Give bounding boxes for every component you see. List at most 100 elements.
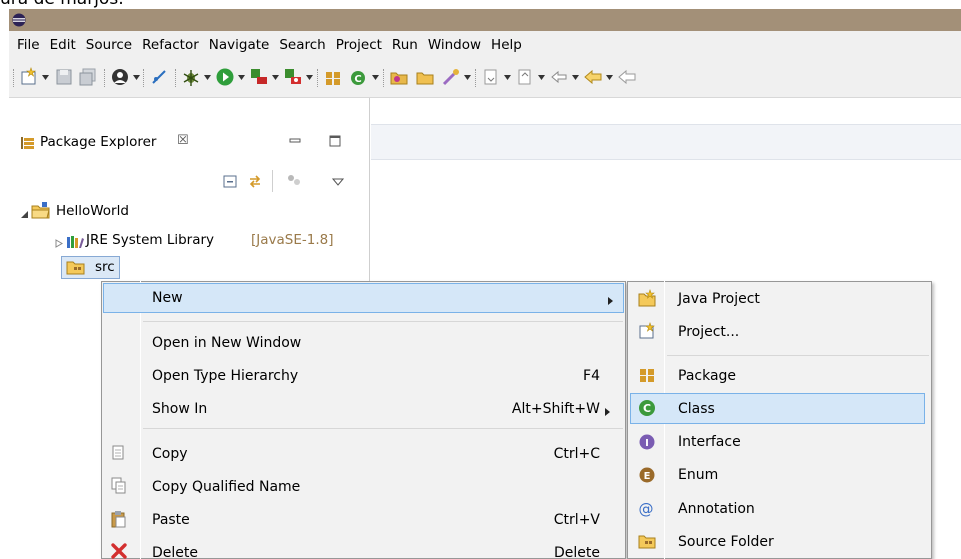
new-class-icon[interactable]: C bbox=[349, 67, 369, 87]
svg-text:C: C bbox=[354, 74, 361, 85]
collapse-all-icon[interactable] bbox=[222, 173, 238, 189]
menu-run[interactable]: Run bbox=[389, 37, 425, 53]
class-icon: C bbox=[638, 399, 656, 417]
minimize-icon[interactable] bbox=[289, 134, 301, 143]
context-menu-item-show-in[interactable]: Show In bbox=[152, 400, 207, 418]
run-icon[interactable] bbox=[215, 67, 235, 87]
view-toolbar-separator bbox=[272, 170, 273, 192]
annotation-icon: @ bbox=[638, 499, 656, 517]
svg-text:C: C bbox=[643, 402, 651, 415]
svg-text:I: I bbox=[645, 438, 649, 449]
next-annotation-icon[interactable] bbox=[481, 67, 501, 87]
back-icon[interactable] bbox=[583, 67, 603, 87]
tree-collapsed-icon[interactable] bbox=[55, 237, 63, 248]
submenu-item-project[interactable]: Project... bbox=[678, 323, 739, 341]
toolbar-separator bbox=[175, 69, 176, 87]
new-package-icon[interactable] bbox=[323, 67, 343, 87]
submenu-item-class-highlight[interactable] bbox=[630, 393, 925, 424]
java-project-icon bbox=[31, 201, 51, 219]
forward-icon[interactable] bbox=[617, 67, 637, 87]
new-class-dropdown-icon[interactable] bbox=[372, 75, 379, 80]
coverage-icon[interactable] bbox=[283, 67, 303, 87]
tree-library-version: [JavaSE-1.8] bbox=[251, 232, 334, 248]
tree-src-label[interactable]: src bbox=[95, 259, 115, 275]
shortcut-delete: Delete bbox=[554, 545, 600, 559]
run-last-icon[interactable] bbox=[249, 67, 269, 87]
context-menu-item-delete[interactable]: Delete bbox=[152, 544, 198, 559]
menu-refactor[interactable]: Refactor bbox=[139, 37, 206, 53]
copy-qualified-name-icon bbox=[110, 477, 128, 495]
shortcut-paste: Ctrl+V bbox=[553, 512, 600, 528]
submenu-item-source-folder[interactable]: Source Folder bbox=[678, 533, 774, 551]
submenu-item-java-project[interactable]: Java Project bbox=[678, 290, 760, 308]
last-edit-dropdown-icon[interactable] bbox=[572, 75, 579, 80]
close-tab-icon[interactable]: ☒ bbox=[177, 133, 189, 148]
prev-annotation-icon[interactable] bbox=[515, 67, 535, 87]
next-annotation-dropdown-icon[interactable] bbox=[504, 75, 511, 80]
maximize-icon[interactable] bbox=[329, 135, 341, 147]
back-dropdown-icon[interactable] bbox=[606, 75, 613, 80]
context-menu-item-open-type-hierarchy[interactable]: Open Type Hierarchy bbox=[152, 367, 298, 385]
menu-search[interactable]: Search bbox=[276, 37, 332, 53]
submenu-item-interface[interactable]: Interface bbox=[678, 433, 741, 451]
toolbar-separator bbox=[143, 69, 144, 87]
menu-file[interactable]: File bbox=[14, 37, 47, 53]
new-wizard-dropdown-icon[interactable] bbox=[42, 75, 49, 80]
submenu-arrow-icon bbox=[605, 405, 610, 416]
run-dropdown-icon[interactable] bbox=[238, 75, 245, 80]
focus-task-icon[interactable] bbox=[286, 172, 302, 188]
run-last-dropdown-icon[interactable] bbox=[272, 75, 279, 80]
menu-help[interactable]: Help bbox=[488, 37, 529, 53]
save-all-icon[interactable] bbox=[78, 67, 98, 87]
menu-separator bbox=[143, 321, 623, 322]
context-menu-item-copy[interactable]: Copy bbox=[152, 445, 188, 463]
context-menu-item-new-label: New bbox=[152, 290, 183, 306]
toolbar-separator bbox=[317, 69, 318, 87]
last-edit-icon[interactable] bbox=[549, 67, 569, 87]
tree-library-label[interactable]: JRE System Library bbox=[86, 232, 214, 248]
profile-dropdown-icon[interactable] bbox=[133, 75, 140, 80]
delete-icon bbox=[110, 542, 128, 559]
submenu-item-class[interactable]: Class bbox=[678, 400, 715, 418]
menu-window[interactable]: Window bbox=[425, 37, 488, 53]
search-dropdown-icon[interactable] bbox=[464, 75, 471, 80]
view-menu-icon[interactable] bbox=[331, 175, 345, 186]
shortcut-copy: Ctrl+C bbox=[553, 446, 600, 462]
tree-expanded-icon[interactable] bbox=[20, 208, 29, 218]
new-wizard-icon[interactable] bbox=[19, 67, 39, 87]
menu-navigate[interactable]: Navigate bbox=[206, 37, 277, 53]
submenu-item-annotation[interactable]: Annotation bbox=[678, 500, 755, 518]
menu-edit[interactable]: Edit bbox=[47, 37, 83, 53]
profile-icon[interactable] bbox=[110, 67, 130, 87]
search-icon[interactable] bbox=[441, 67, 461, 87]
open-type-icon[interactable] bbox=[389, 67, 409, 87]
submenu-item-enum[interactable]: Enum bbox=[678, 466, 718, 484]
menu-project[interactable]: Project bbox=[333, 37, 389, 53]
window-title-bar[interactable] bbox=[9, 9, 961, 31]
tree-project-label[interactable]: HelloWorld bbox=[56, 203, 129, 219]
project-icon bbox=[638, 322, 656, 340]
context-menu-gutter bbox=[140, 281, 141, 559]
menu-source[interactable]: Source bbox=[83, 37, 139, 53]
page-text-fragment: ura de marjos: bbox=[0, 0, 300, 8]
package-explorer-tab[interactable]: Package Explorer ☒ bbox=[9, 124, 228, 163]
context-menu-item-paste[interactable]: Paste bbox=[152, 511, 190, 529]
toolbar-separator bbox=[104, 69, 105, 87]
submenu-item-package[interactable]: Package bbox=[678, 367, 736, 385]
prev-annotation-dropdown-icon[interactable] bbox=[538, 75, 545, 80]
shortcut-f4: F4 bbox=[583, 368, 600, 384]
coverage-dropdown-icon[interactable] bbox=[306, 75, 313, 80]
submenu-arrow-icon bbox=[608, 294, 613, 305]
menu-bar: File Edit Source Refactor Navigate Searc… bbox=[9, 31, 961, 58]
library-icon bbox=[66, 233, 84, 249]
package-explorer-title: Package Explorer bbox=[40, 134, 157, 150]
link-with-editor-icon[interactable] bbox=[246, 172, 264, 190]
open-task-icon[interactable] bbox=[415, 67, 435, 87]
menu-separator bbox=[667, 355, 929, 356]
debug-dropdown-icon[interactable] bbox=[204, 75, 211, 80]
save-icon[interactable] bbox=[54, 67, 74, 87]
context-menu-item-open-new-window[interactable]: Open in New Window bbox=[152, 334, 301, 352]
skip-breakpoints-icon[interactable] bbox=[149, 67, 169, 87]
debug-icon[interactable] bbox=[181, 67, 201, 87]
context-menu-item-copy-qualified-name[interactable]: Copy Qualified Name bbox=[152, 478, 300, 496]
